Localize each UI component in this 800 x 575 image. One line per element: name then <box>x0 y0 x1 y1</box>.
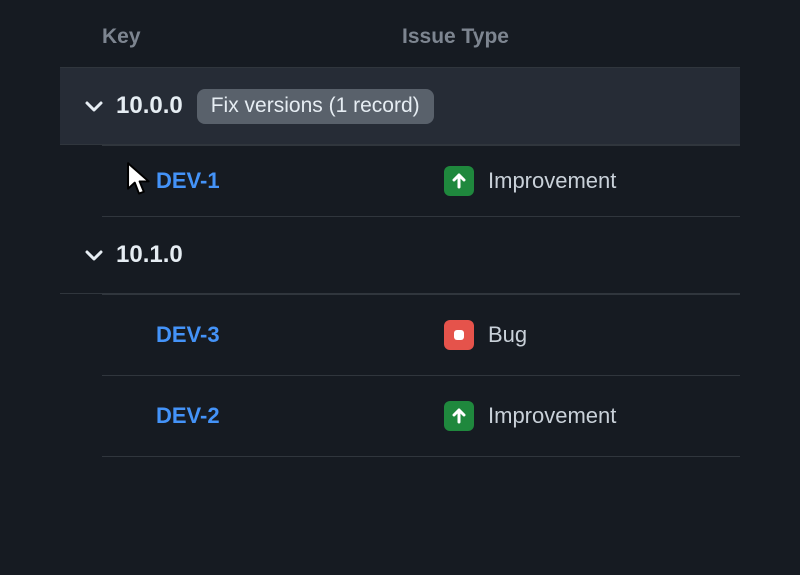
improvement-icon <box>444 401 474 431</box>
group-header[interactable]: 10.0.0 Fix versions (1 record) <box>60 67 740 145</box>
issue-type-label: Bug <box>488 322 527 348</box>
column-header-key[interactable]: Key <box>102 25 402 49</box>
bug-icon <box>444 320 474 350</box>
issue-key-link[interactable]: DEV-1 <box>156 168 444 194</box>
group-title: 10.1.0 <box>116 241 183 269</box>
chevron-down-icon <box>82 94 106 118</box>
chevron-down-icon <box>82 243 106 267</box>
issue-type-label: Improvement <box>488 403 616 429</box>
group-pill[interactable]: Fix versions (1 record) <box>197 89 434 124</box>
issue-key-link[interactable]: DEV-3 <box>156 322 444 348</box>
group-header[interactable]: 10.1.0 <box>60 217 740 294</box>
column-header-type[interactable]: Issue Type <box>402 25 740 49</box>
table-row[interactable]: DEV-1 Improvement <box>102 145 740 217</box>
improvement-icon <box>444 166 474 196</box>
issue-key-link[interactable]: DEV-2 <box>156 403 444 429</box>
table-row[interactable]: DEV-3 Bug <box>102 294 740 376</box>
table-row[interactable]: DEV-2 Improvement <box>102 376 740 457</box>
column-headers: Key Issue Type <box>60 25 740 67</box>
group-title: 10.0.0 <box>116 92 183 120</box>
issue-type-label: Improvement <box>488 168 616 194</box>
